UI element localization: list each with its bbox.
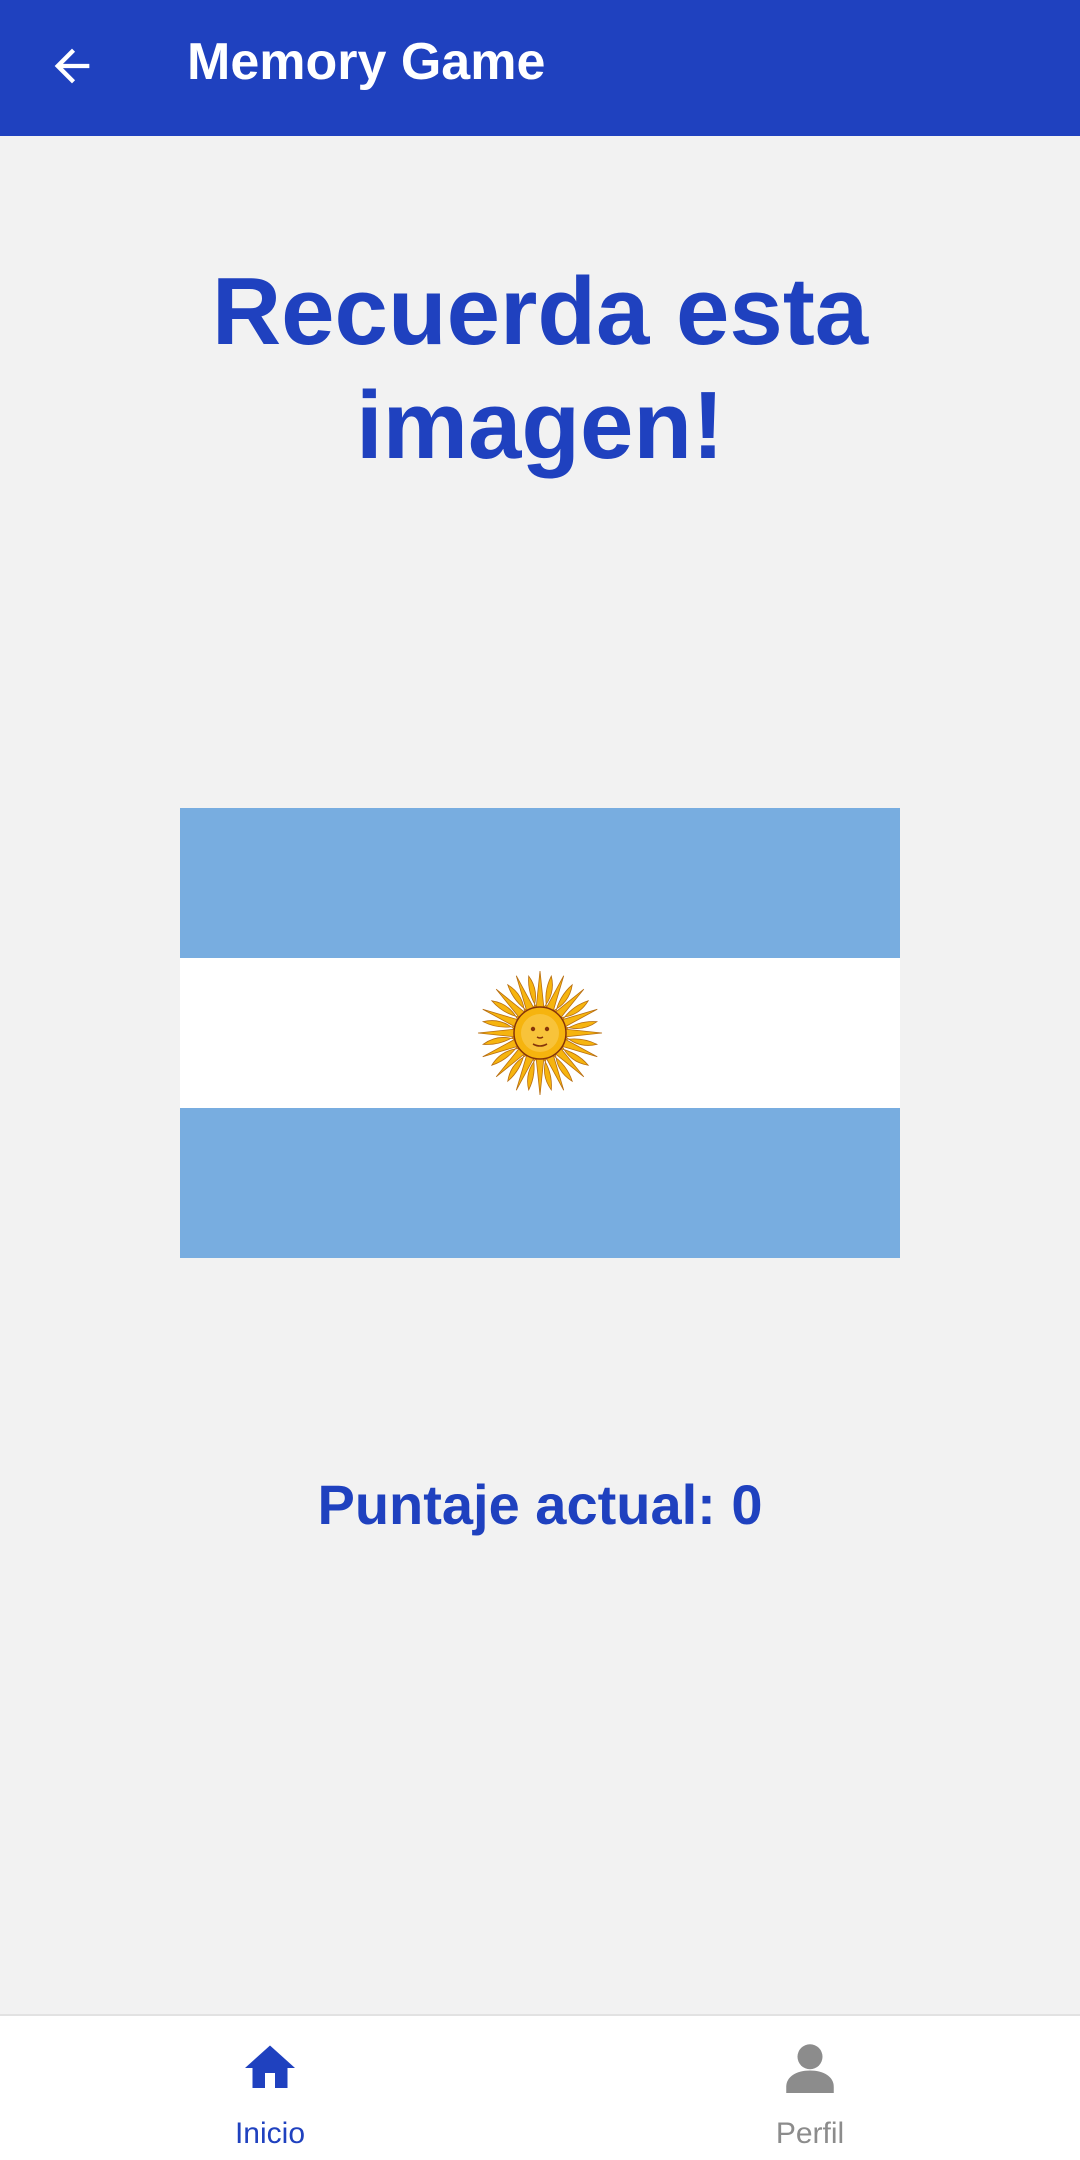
flag-bottom-stripe (180, 1108, 900, 1258)
current-score: Puntaje actual: 0 (317, 1473, 763, 1536)
sun-of-may-icon (477, 970, 603, 1096)
bottom-navigation: Inicio Perfil (0, 2014, 1080, 2160)
app-title: Memory Game (187, 33, 546, 91)
app-bar: Memory Game (0, 0, 1080, 136)
person-icon (786, 2044, 834, 2093)
nav-label-inicio: Inicio (234, 2117, 306, 2150)
nav-item-perfil[interactable]: Perfil (660, 2016, 960, 2160)
flag-image (180, 808, 900, 1258)
arrow-left-icon (54, 48, 90, 84)
home-icon (245, 2045, 295, 2088)
flag-top-stripe (180, 808, 900, 958)
instruction-headline: Recuerda esta imagen! (211, 258, 869, 479)
back-button[interactable] (36, 30, 108, 102)
nav-label-perfil: Perfil (775, 2117, 845, 2150)
nav-item-inicio[interactable]: Inicio (120, 2016, 420, 2160)
